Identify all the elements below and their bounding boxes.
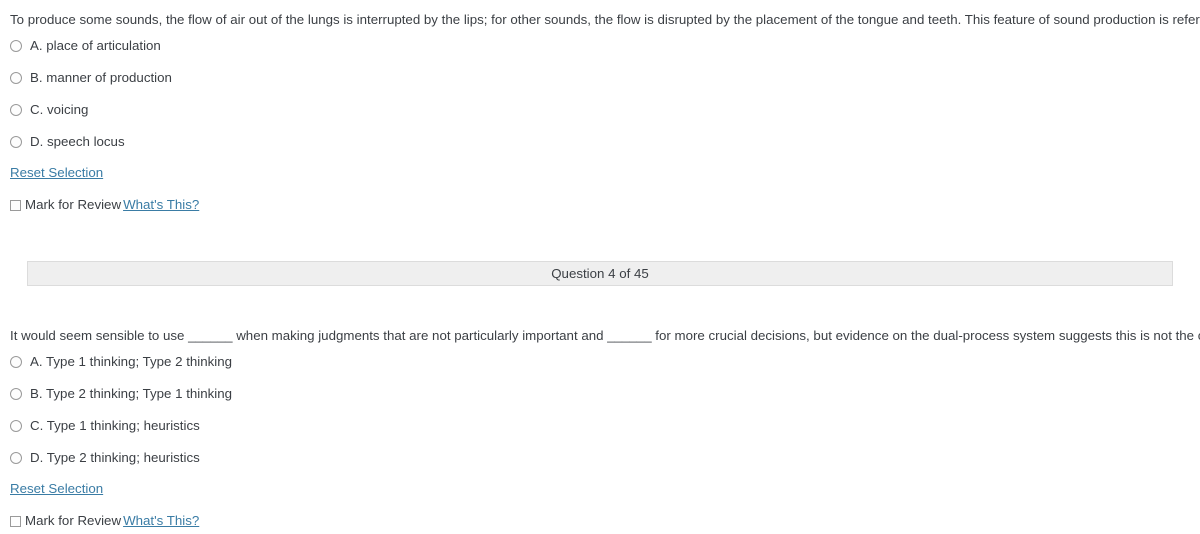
answer-option-c[interactable]: C. Type 1 thinking; heuristics <box>10 410 1190 442</box>
reset-selection-link[interactable]: Reset Selection <box>10 481 103 497</box>
question-block-upper: To produce some sounds, the flow of air … <box>0 0 1200 218</box>
spacer-above-question-bar <box>0 218 1200 261</box>
answer-option-a[interactable]: A. place of articulation <box>10 30 1190 62</box>
answer-option-label: D. speech locus <box>30 134 125 149</box>
mark-for-review-row: Mark for Review What's This? <box>10 192 1190 218</box>
radio-button-icon[interactable] <box>10 72 22 84</box>
radio-button-icon[interactable] <box>10 40 22 52</box>
answer-option-label: B. manner of production <box>30 70 172 85</box>
answer-option-b[interactable]: B. manner of production <box>10 62 1190 94</box>
mark-for-review-row: Mark for Review What's This? <box>10 508 1190 534</box>
question-block-lower: It would seem sensible to use ______ whe… <box>0 316 1200 534</box>
answer-option-c[interactable]: C. voicing <box>10 94 1190 126</box>
answer-options-list: A. Type 1 thinking; Type 2 thinking B. T… <box>10 346 1190 474</box>
radio-button-icon[interactable] <box>10 420 22 432</box>
spacer-below-question-bar <box>0 286 1200 316</box>
mark-for-review-label: Mark for Review <box>25 197 122 212</box>
answer-options-list: A. place of articulation B. manner of pr… <box>10 30 1190 158</box>
radio-button-icon[interactable] <box>10 356 22 368</box>
mark-for-review-checkbox[interactable] <box>10 515 21 527</box>
answer-option-label: D. Type 2 thinking; heuristics <box>30 450 200 465</box>
answer-option-label: C. voicing <box>30 102 89 117</box>
reset-selection-link[interactable]: Reset Selection <box>10 165 103 181</box>
answer-option-label: B. Type 2 thinking; Type 1 thinking <box>30 386 233 401</box>
radio-button-icon[interactable] <box>10 136 22 148</box>
mark-for-review-label: Mark for Review <box>25 513 122 528</box>
reset-selection-row: Reset Selection <box>10 158 1190 188</box>
mark-for-review-checkbox[interactable] <box>10 199 21 211</box>
reset-selection-row: Reset Selection <box>10 474 1190 504</box>
whats-this-link[interactable]: What's This? <box>123 513 199 529</box>
radio-button-icon[interactable] <box>10 452 22 464</box>
answer-option-label: A. place of articulation <box>30 38 161 53</box>
question-stem: It would seem sensible to use ______ whe… <box>10 328 1200 343</box>
question-counter-label: Question 4 of 45 <box>551 265 649 281</box>
answer-option-d[interactable]: D. speech locus <box>10 126 1190 158</box>
radio-button-icon[interactable] <box>10 104 22 116</box>
radio-button-icon[interactable] <box>10 388 22 400</box>
answer-option-label: C. Type 1 thinking; heuristics <box>30 418 200 433</box>
answer-option-label: A. Type 1 thinking; Type 2 thinking <box>30 354 233 369</box>
question-stem: To produce some sounds, the flow of air … <box>10 12 1200 27</box>
question-counter-bar: Question 4 of 45 <box>27 261 1173 286</box>
answer-option-b[interactable]: B. Type 2 thinking; Type 1 thinking <box>10 378 1190 410</box>
answer-option-a[interactable]: A. Type 1 thinking; Type 2 thinking <box>10 346 1190 378</box>
whats-this-link[interactable]: What's This? <box>123 197 199 213</box>
answer-option-d[interactable]: D. Type 2 thinking; heuristics <box>10 442 1190 474</box>
